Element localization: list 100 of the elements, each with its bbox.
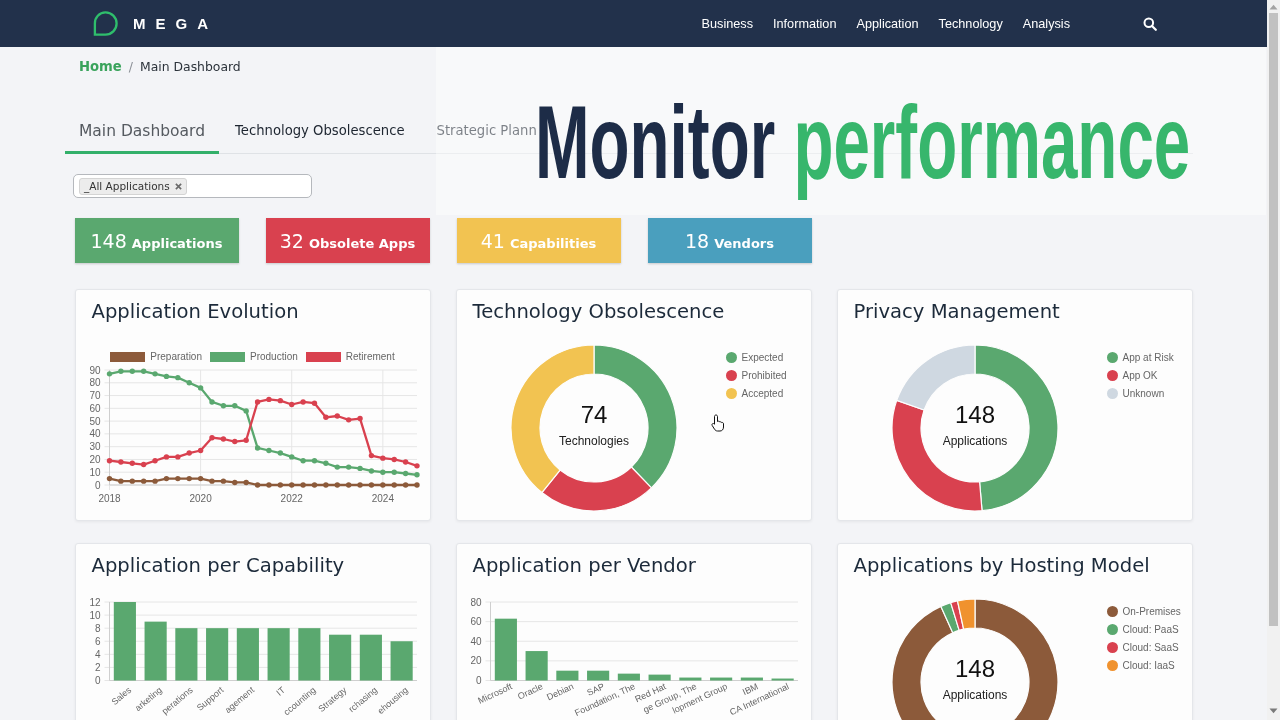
data-point	[413, 472, 420, 478]
card-title: Technology Obsolescence	[471, 299, 726, 325]
tab[interactable]: Main Dashboard	[65, 111, 220, 154]
data-point	[117, 368, 124, 374]
data-point	[311, 458, 317, 464]
data-point	[311, 482, 317, 488]
axis-tick-label: 2	[94, 661, 100, 673]
nav-link[interactable]: Information	[773, 16, 837, 31]
axis-tick-label: 80	[88, 377, 100, 389]
data-point	[186, 380, 192, 386]
data-point	[208, 399, 215, 405]
axis-tick-label: 50	[88, 415, 100, 427]
bar	[709, 677, 732, 681]
data-point	[265, 447, 272, 454]
legend-label: Cloud: IaaS	[1122, 659, 1175, 671]
data-point	[186, 450, 192, 456]
scroll-down-arrow-icon[interactable]	[1269, 708, 1278, 714]
data-point	[299, 399, 306, 405]
bar	[586, 670, 609, 681]
card-title: Application per Vendor	[471, 553, 697, 579]
bar	[267, 628, 290, 681]
legend-label: Cloud: PaaS	[1122, 623, 1179, 635]
stat-label: Applications	[131, 236, 223, 251]
breadcrumb-separator: /	[128, 58, 133, 76]
category-label: Oracle	[515, 681, 544, 702]
data-point	[242, 437, 249, 443]
data-point	[231, 403, 237, 409]
data-point	[368, 468, 374, 474]
axis-tick-label: 0	[94, 479, 100, 491]
bar	[359, 634, 382, 681]
scroll-up-arrow-icon[interactable]	[1269, 4, 1278, 10]
data-point	[345, 482, 351, 488]
filter-field[interactable]: _All Applications	[73, 174, 312, 198]
axis-tick-label: 10	[88, 466, 100, 478]
hand-cursor-icon	[711, 414, 725, 432]
axis-tick-label: 0	[94, 675, 100, 686]
scrollbar-thumb[interactable]	[1269, 13, 1278, 626]
stat-label: Capabilities	[509, 236, 597, 251]
data-point	[277, 397, 283, 404]
search-icon[interactable]	[1143, 16, 1157, 31]
data-point	[242, 408, 249, 414]
bar	[771, 678, 794, 681]
data-point	[174, 454, 181, 460]
data-point	[254, 445, 260, 451]
data-point	[368, 452, 374, 459]
bar	[236, 628, 259, 681]
data-point	[106, 371, 112, 377]
scrollbar[interactable]	[1267, 0, 1280, 720]
card-title: Application per Capability	[90, 553, 346, 579]
axis-tick-label: 8	[94, 622, 100, 634]
stat-value: 18	[685, 230, 710, 252]
nav-link[interactable]: Application	[856, 16, 919, 31]
legend-label: Unknown	[1122, 387, 1165, 399]
legend-label: App OK	[1122, 369, 1158, 381]
legend-label: Prohibited	[741, 369, 787, 381]
data-point	[197, 475, 203, 482]
filter-tag[interactable]: _All Applications	[79, 177, 187, 195]
nav-link[interactable]: Technology	[938, 16, 1003, 31]
axis-tick-label: 2022	[280, 493, 303, 504]
nav-link[interactable]: Analysis	[1022, 16, 1070, 31]
data-point	[220, 436, 226, 442]
nav-link[interactable]: Business	[701, 16, 753, 31]
axis-tick-label: 10	[88, 609, 100, 621]
axis-tick-label: 70	[88, 390, 100, 402]
data-point	[379, 482, 386, 488]
data-point	[151, 458, 158, 464]
data-point	[368, 482, 374, 488]
data-point	[254, 399, 260, 405]
axis-tick-label: 12	[88, 596, 100, 608]
data-point	[345, 464, 351, 470]
stat-label: Obsolete Apps	[308, 236, 416, 251]
center-label: Technologies	[558, 434, 629, 448]
tab[interactable]: Technology Obsolescence	[219, 111, 421, 154]
axis-tick-label: 60	[469, 616, 481, 628]
data-point	[242, 479, 249, 486]
data-point	[391, 482, 397, 488]
data-point	[129, 478, 135, 484]
bar	[144, 621, 167, 681]
data-point	[334, 413, 340, 419]
center-label: Applications	[942, 434, 1007, 448]
legend-label: App at Risk	[1122, 351, 1174, 363]
data-point	[356, 482, 363, 488]
data-point	[174, 475, 181, 482]
data-point	[117, 459, 124, 465]
data-point	[277, 482, 283, 488]
data-point	[163, 475, 169, 482]
legend-label: Production	[250, 351, 298, 363]
data-point	[322, 460, 329, 466]
data-point	[151, 371, 158, 377]
bar	[648, 674, 671, 681]
axis-tick-label: 60	[88, 402, 100, 414]
data-point	[334, 464, 340, 470]
data-point	[265, 396, 272, 403]
data-point	[140, 461, 146, 468]
remove-icon[interactable]	[174, 182, 182, 190]
brand-name[interactable]: MEGA	[133, 15, 218, 32]
data-point	[197, 447, 203, 454]
data-point	[288, 482, 294, 488]
speech-bubble-logo-icon[interactable]	[92, 10, 119, 37]
data-point	[220, 478, 226, 484]
